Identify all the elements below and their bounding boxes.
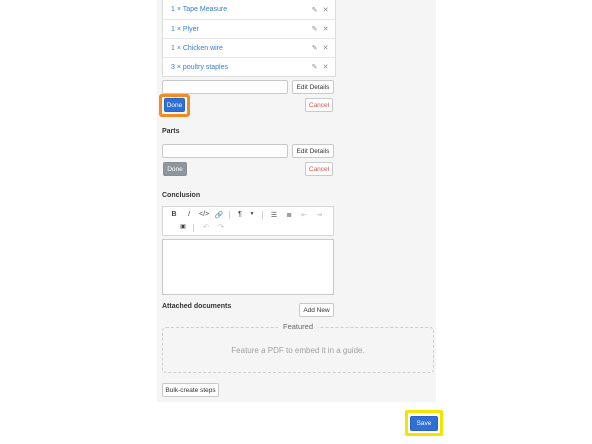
chevron-down-icon[interactable]: ▼ [247,211,257,217]
highlight-box [159,94,190,117]
bullet-list-icon[interactable]: ☰ [269,211,279,219]
tool-link[interactable]: 1 × Plyer [171,26,307,33]
featured-title: Featured [277,322,319,331]
editor-toolbar: B I </> 🔗 ¶ ▼ ☰ ≣ ⇤ ⇥ ▣ ↶ ↷ [162,206,334,236]
toolbar-divider [262,211,263,219]
link-icon[interactable]: 🔗 [214,211,224,219]
code-icon[interactable]: </> [199,211,209,218]
tool-link[interactable]: 1 × Chicken wire [171,45,307,52]
tool-link[interactable]: 3 × poultry staples [171,64,307,71]
edit-details-button[interactable]: Edit Details [292,80,334,94]
pencil-icon[interactable]: ✎ [311,6,318,14]
close-icon[interactable]: ✕ [322,63,329,71]
featured-dropzone[interactable]: Featured Feature a PDF to embed it in a … [162,322,434,373]
outdent-icon[interactable]: ⇤ [299,211,309,219]
list-item: 1 × Tape Measure ✎ ✕ [163,0,335,19]
paragraph-icon[interactable]: ¶ [235,211,245,218]
add-new-button[interactable]: Add New [299,303,334,317]
list-item: 3 × poultry staples ✎ ✕ [163,57,335,76]
undo-icon[interactable]: ↶ [201,223,211,231]
done-button[interactable]: Done [163,162,187,176]
toolbar-divider [229,211,230,219]
close-icon[interactable]: ✕ [322,25,329,33]
attached-documents-heading: Attached documents [162,303,232,310]
conclusion-heading: Conclusion [162,192,201,199]
highlight-box [405,410,443,436]
cancel-button[interactable]: Cancel [305,98,333,112]
edit-details-button[interactable]: Edit Details [292,144,334,158]
pencil-icon[interactable]: ✎ [311,44,318,52]
indent-icon[interactable]: ⇥ [314,211,324,219]
numbered-list-icon[interactable]: ≣ [284,211,294,219]
conclusion-textarea[interactable] [162,239,334,295]
pencil-icon[interactable]: ✎ [311,25,318,33]
parts-heading: Parts [162,128,180,135]
pencil-icon[interactable]: ✎ [311,63,318,71]
list-item: 1 × Chicken wire ✎ ✕ [163,38,335,57]
close-icon[interactable]: ✕ [322,6,329,14]
list-item: 1 × Plyer ✎ ✕ [163,19,335,38]
close-icon[interactable]: ✕ [322,44,329,52]
cancel-button[interactable]: Cancel [305,162,333,176]
tool-name-input[interactable] [162,80,288,94]
video-icon[interactable]: ▣ [178,223,188,230]
toolbar-divider [193,224,194,232]
tool-link[interactable]: 1 × Tape Measure [171,6,307,13]
part-name-input[interactable] [162,144,288,158]
featured-hint: Feature a PDF to embed it in a guide. [231,346,365,355]
bold-icon[interactable]: B [169,211,179,218]
bulk-create-steps-button[interactable]: Bulk-create steps [162,383,219,397]
redo-icon[interactable]: ↷ [216,223,226,231]
italic-icon[interactable]: I [184,211,194,218]
tools-list: 1 × Tape Measure ✎ ✕ 1 × Plyer ✎ ✕ 1 × C… [162,0,336,77]
